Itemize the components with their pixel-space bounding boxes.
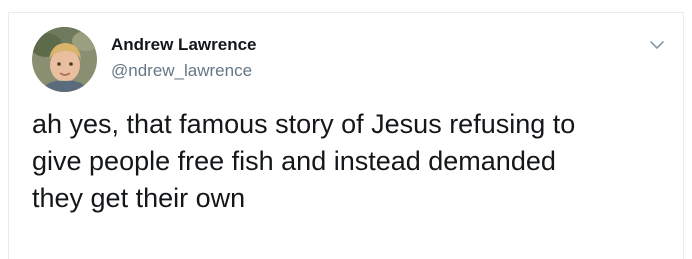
chevron-down-icon[interactable] xyxy=(647,35,667,55)
profile-photo-icon xyxy=(32,27,97,92)
tweet-text: ah yes, that famous story of Jesus refus… xyxy=(32,109,576,213)
author-display-name[interactable]: Andrew Lawrence xyxy=(111,35,257,55)
tweet-card: Andrew Lawrence @ndrew_lawrence ah yes, … xyxy=(8,12,684,259)
avatar[interactable] xyxy=(32,27,97,92)
author-handle[interactable]: @ndrew_lawrence xyxy=(111,61,252,81)
